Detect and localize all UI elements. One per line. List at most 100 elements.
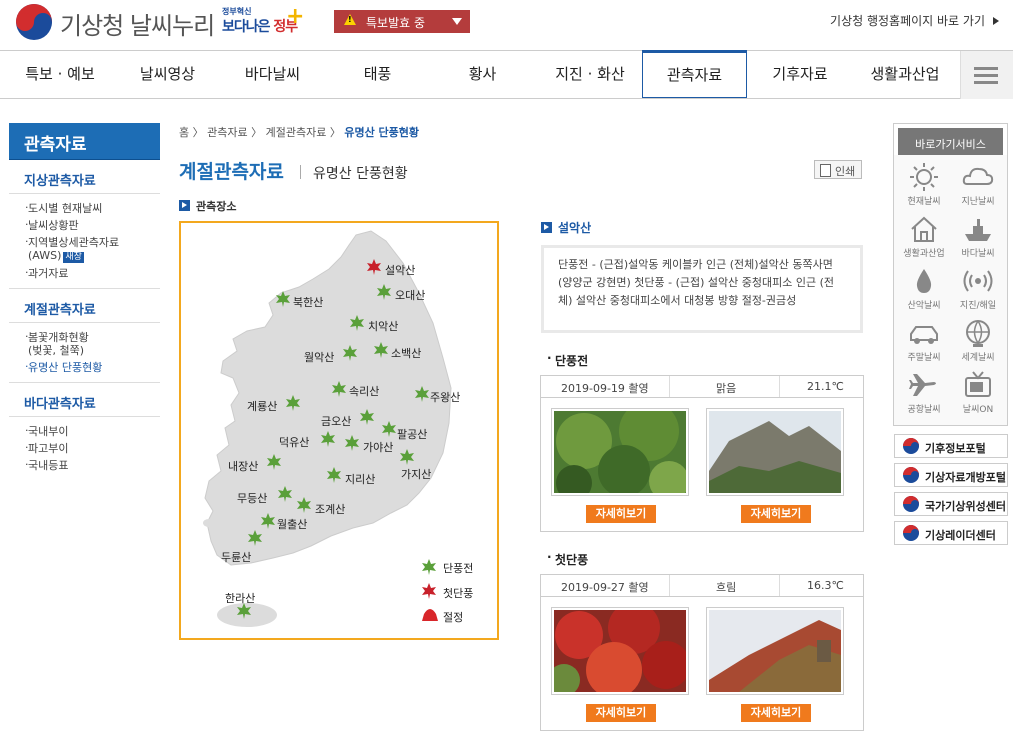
gnb-item-climate[interactable]: 기후자료	[750, 51, 850, 99]
lnb-item-weather-board[interactable]: 날씨상황판	[9, 217, 160, 234]
maple-green-icon[interactable]	[376, 284, 392, 300]
mountain-label[interactable]: 가야산	[363, 439, 393, 455]
quick-weather-on[interactable]: 날씨ON	[951, 370, 1005, 415]
gnb-item-forecast[interactable]: 특보 · 예보	[0, 51, 120, 99]
mountain-label[interactable]: 덕유산	[279, 434, 309, 450]
kma-logo-icon[interactable]	[16, 4, 52, 40]
mountain-label[interactable]: 월악산	[304, 349, 334, 365]
maple-green-icon[interactable]	[373, 342, 389, 358]
quick-past-weather[interactable]: 지난날씨	[951, 162, 1005, 207]
maple-green-icon[interactable]	[331, 381, 347, 397]
mountain-label[interactable]: 계룡산	[247, 398, 277, 414]
breadcrumb-l1[interactable]: 관측자료	[207, 126, 247, 139]
gnb-item-observation[interactable]: 관측자료	[642, 50, 747, 98]
portal-link[interactable]: 기후정보포털	[894, 434, 1008, 458]
quick-airport[interactable]: 공항날씨	[897, 370, 951, 415]
maple-green-icon[interactable]	[320, 431, 336, 447]
detail-button[interactable]: 자세히보기	[586, 704, 656, 722]
lnb-item-past-data[interactable]: 과거자료	[9, 265, 160, 282]
lnb-category-seasonal[interactable]: 계절관측자료	[9, 289, 160, 323]
print-button[interactable]: 인쇄	[814, 160, 862, 179]
quick-current-weather[interactable]: 현재날씨	[897, 162, 951, 207]
quick-world[interactable]: 세계날씨	[951, 318, 1005, 363]
gnb-item-earthquake[interactable]: 지진 · 화산	[540, 51, 640, 99]
quick-industry[interactable]: 생활과산업	[897, 214, 951, 259]
mountain-label[interactable]: 두륜산	[221, 549, 251, 565]
maple-green-icon[interactable]	[326, 467, 342, 483]
portal-link[interactable]: 기상레이더센터	[894, 521, 1008, 545]
gnb-item-marine[interactable]: 바다날씨	[215, 51, 330, 99]
quick-earthquake[interactable]: 지진/해일	[951, 266, 1005, 311]
lnb-item-city-weather[interactable]: 도시별 현재날씨	[9, 200, 160, 217]
spring-flowers-label: 봄꽃개화현황	[28, 331, 89, 344]
mountain-label[interactable]: 북한산	[293, 294, 323, 310]
quick-service-panel: 바로가기서비스 현재날씨 지난날씨 생활과산업 바다날씨 산악날씨 지진/해일 …	[893, 123, 1008, 426]
mountain-label[interactable]: 오대산	[395, 287, 425, 303]
quick-weekend[interactable]: 주말날씨	[897, 318, 951, 363]
mountain-label[interactable]: 금오산	[321, 413, 351, 429]
photo-card: 2019-09-19 촬영 맑음 21.1℃ 자세히보기 자세히보기	[540, 375, 864, 532]
breadcrumb-l2[interactable]: 계절관측자료	[266, 126, 327, 139]
mountain-label[interactable]: 가지산	[401, 466, 431, 482]
lnb-category-sea[interactable]: 바다관측자료	[9, 383, 160, 417]
mountain-label[interactable]: 월출산	[277, 516, 307, 532]
maple-green-icon[interactable]	[285, 395, 301, 411]
maple-green-icon[interactable]	[349, 315, 365, 331]
lnb-item-spring-flowers[interactable]: 봄꽃개화현황(벚꽃, 철쭉)	[9, 329, 160, 359]
gnb-item-typhoon[interactable]: 태풍	[330, 51, 425, 99]
photo-thumbnail[interactable]	[706, 607, 844, 695]
maple-green-icon[interactable]	[260, 513, 276, 529]
maple-red-icon[interactable]	[366, 259, 382, 275]
mountain-label[interactable]: 주왕산	[430, 389, 460, 405]
maple-green-icon[interactable]	[275, 291, 291, 307]
photo-thumbnail[interactable]	[706, 408, 844, 496]
lnb-category-ground[interactable]: 지상관측자료	[9, 160, 160, 194]
mountain-label[interactable]: 속리산	[349, 383, 379, 399]
gnb-item-dust[interactable]: 황사	[425, 51, 540, 99]
portal-link[interactable]: 기상자료개방포털	[894, 463, 1008, 487]
gnb-item-video[interactable]: 날씨영상	[120, 51, 215, 99]
maple-green-icon[interactable]	[344, 435, 360, 451]
maple-green-icon[interactable]	[296, 497, 312, 513]
lnb-item-aws[interactable]: 지역별상세관측자료(AWS)새창	[9, 234, 160, 265]
mountain-label[interactable]: 지리산	[345, 471, 375, 487]
photo-card-header: 2019-09-19 촬영 맑음 21.1℃	[541, 376, 863, 398]
quick-marine[interactable]: 바다날씨	[951, 214, 1005, 259]
lnb-item-wave-buoy[interactable]: 파고부이	[9, 440, 160, 457]
photo-thumbnail[interactable]	[551, 408, 689, 496]
mountain-label[interactable]: 조계산	[315, 501, 345, 517]
maple-green-icon[interactable]	[277, 486, 293, 502]
maple-green-icon[interactable]	[247, 530, 263, 546]
photo-thumbnail[interactable]	[551, 607, 689, 695]
quick-label: 현재날씨	[907, 197, 941, 207]
mountain-label[interactable]: 한라산	[225, 590, 255, 606]
lnb-item-autumn-leaves[interactable]: 유명산 단풍현황	[9, 359, 160, 376]
mountain-label[interactable]: 팔공산	[397, 426, 427, 442]
quick-label: 바다날씨	[961, 249, 995, 259]
mountain-label[interactable]: 치악산	[368, 318, 398, 334]
maple-green-icon[interactable]	[381, 421, 397, 437]
maple-green-icon[interactable]	[266, 454, 282, 470]
maple-green-icon[interactable]	[399, 449, 415, 465]
detail-button[interactable]: 자세히보기	[741, 704, 811, 722]
weather-alert-dropdown[interactable]: 특보발효 중	[334, 10, 470, 33]
lnb-item-buoy[interactable]: 국내부이	[9, 423, 160, 440]
hamburger-menu-icon[interactable]	[960, 51, 1013, 99]
kma-homepage-link[interactable]: 기상청 행정홈페이지 바로 가기	[830, 12, 999, 29]
maple-green-icon[interactable]	[359, 409, 375, 425]
mountain-label[interactable]: 무등산	[237, 490, 267, 506]
maple-green-icon[interactable]	[342, 345, 358, 361]
detail-button[interactable]: 자세히보기	[586, 505, 656, 523]
mountain-label[interactable]: 설악산	[385, 262, 415, 278]
warning-icon	[344, 14, 356, 25]
gnb-item-industry[interactable]: 생활과산업	[850, 51, 960, 99]
site-name[interactable]: 기상청 날씨누리	[60, 6, 215, 41]
mountain-label[interactable]: 소백산	[391, 345, 421, 361]
maple-green-icon[interactable]	[414, 386, 430, 402]
quick-mountain[interactable]: 산악날씨	[897, 266, 951, 311]
portal-link[interactable]: 국가기상위성센터	[894, 492, 1008, 516]
detail-button[interactable]: 자세히보기	[741, 505, 811, 523]
mountain-label[interactable]: 내장산	[228, 458, 258, 474]
breadcrumb-home[interactable]: 홈	[179, 126, 189, 139]
lnb-item-beacon[interactable]: 국내등표	[9, 457, 160, 474]
